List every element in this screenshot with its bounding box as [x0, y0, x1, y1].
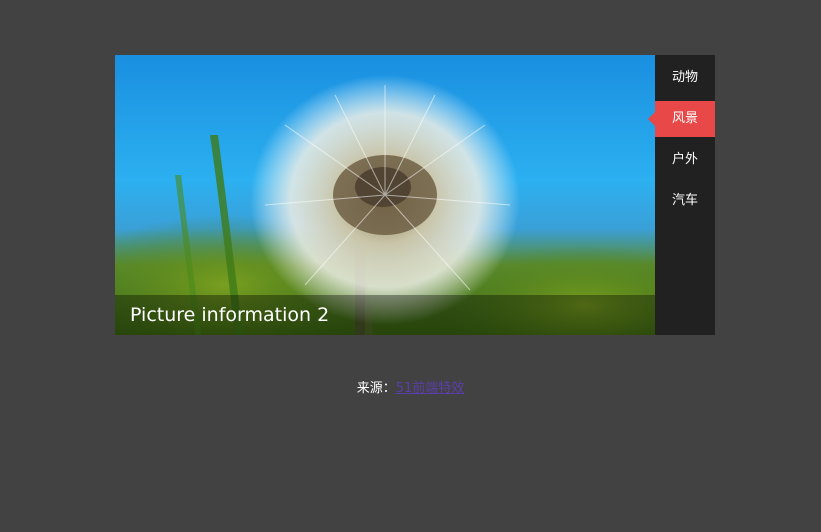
category-menu: 动物 风景 户外 汽车	[648, 55, 715, 335]
menu-item-scenery[interactable]: 风景	[648, 101, 715, 137]
source-label: 来源：	[356, 381, 396, 396]
dandelion-photo-icon	[115, 55, 655, 335]
source-link[interactable]: 51前端特效	[396, 381, 465, 396]
menu-item-outdoor[interactable]: 户外	[655, 142, 715, 178]
source-line: 来源：51前端特效	[0, 377, 821, 396]
image-slider: Picture information 2 动物 风景 户外 汽车	[115, 55, 715, 335]
slide-image[interactable]: Picture information 2	[115, 55, 655, 335]
menu-item-animals[interactable]: 动物	[655, 60, 715, 96]
caption-bar: Picture information 2	[115, 295, 655, 335]
menu-item-cars[interactable]: 汽车	[655, 183, 715, 219]
slide-caption: Picture information 2	[130, 304, 330, 326]
